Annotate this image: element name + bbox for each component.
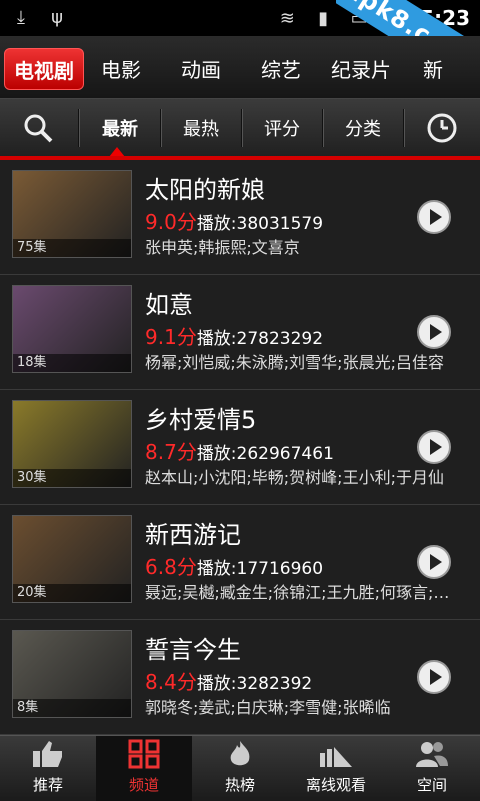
rating-play-line: 9.1分播放:27823292 [145, 321, 323, 350]
history-button[interactable] [404, 99, 480, 157]
rating-play-line: 6.8分播放:17716960 [145, 551, 323, 580]
cast-list: 郭晓冬;姜武;白庆琳;李雪健;张晞临 [145, 698, 391, 717]
rating-unit: 分 [176, 210, 197, 234]
sort-category[interactable]: 分类 [323, 99, 403, 157]
category-tabs: 电视剧 电影 动画 综艺 纪录片 新 [0, 36, 480, 98]
list-item[interactable]: 30集 乡村爱情5 8.7分播放:262967461 赵本山;小沈阳;毕畅;贺树… [0, 390, 480, 505]
rating-score: 6.8 [145, 555, 177, 579]
episode-count: 20集 [13, 584, 131, 602]
tab-animation[interactable]: 动画 [176, 48, 226, 88]
poster-thumbnail[interactable]: 75集 [12, 170, 132, 258]
drama-list: 75集 太阳的新娘 9.0分播放:38031579 张申英;韩振熙;文喜京 18… [0, 160, 480, 735]
drama-title: 乡村爱情5 [145, 406, 257, 434]
clock: 5:23 [420, 6, 470, 30]
sort-hottest[interactable]: 最热 [161, 99, 241, 157]
rating-score: 9.0 [145, 210, 177, 234]
wifi-icon: ≋ [279, 7, 295, 29]
poster-thumbnail[interactable]: 18集 [12, 285, 132, 373]
play-count: 播放:3282392 [196, 674, 313, 694]
download-icon: ⤓ [17, 6, 25, 28]
grid-icon [124, 738, 164, 770]
rating-unit: 分 [176, 440, 197, 464]
drama-title: 新西游记 [145, 521, 241, 549]
drama-title: 太阳的新娘 [145, 176, 265, 204]
divider [78, 109, 79, 147]
rating-score: 8.7 [145, 440, 177, 464]
users-icon [412, 738, 452, 770]
rating-play-line: 8.7分播放:262967461 [145, 436, 334, 465]
play-count: 播放:262967461 [196, 444, 334, 464]
drama-title: 誓言今生 [145, 636, 241, 664]
sort-bar: 最新 最热 评分 分类 [0, 98, 480, 157]
alarm-icon: ◷ [387, 7, 404, 29]
tab-movies[interactable]: 电影 [96, 48, 146, 88]
nav-offline-label: 离线观看 [305, 776, 366, 794]
tab-more[interactable]: 新 [418, 48, 448, 88]
play-button[interactable] [417, 315, 451, 349]
rating-play-line: 9.0分播放:38031579 [145, 206, 323, 235]
rating-unit: 分 [176, 555, 197, 579]
episode-count: 75集 [13, 239, 131, 257]
play-button[interactable] [417, 430, 451, 464]
rating-score: 8.4 [145, 670, 177, 694]
list-item[interactable]: 75集 太阳的新娘 9.0分播放:38031579 张申英;韩振熙;文喜京 [0, 160, 480, 275]
tab-tv-series[interactable]: 电视剧 [4, 48, 84, 90]
cast-list: 杨幂;刘恺威;朱泳腾;刘雪华;张晨光;吕佳容 [145, 353, 444, 372]
bottom-nav: 推荐 频道 热榜 离线观看 空间 [0, 735, 480, 801]
drama-title: 如意 [145, 291, 193, 319]
tab-documentary[interactable]: 纪录片 [328, 48, 394, 88]
poster-thumbnail[interactable]: 30集 [12, 400, 132, 488]
cast-list: 聂远;吴樾;臧金生;徐锦江;王九胜;何琢言;… [145, 583, 450, 602]
search-button[interactable] [0, 99, 76, 157]
nav-channel[interactable]: 频道 [96, 736, 192, 801]
play-count: 播放:17716960 [196, 559, 324, 579]
list-item[interactable]: 20集 新西游记 6.8分播放:17716960 聂远;吴樾;臧金生;徐锦江;王… [0, 505, 480, 620]
nav-offline[interactable]: 离线观看 [288, 736, 384, 801]
fire-icon [220, 738, 260, 770]
list-item[interactable]: 8集 誓言今生 8.4分播放:3282392 郭晓冬;姜武;白庆琳;李雪健;张晞… [0, 620, 480, 735]
nav-space-label: 空间 [416, 776, 447, 794]
episode-count: 30集 [13, 469, 131, 487]
rating-unit: 分 [176, 325, 197, 349]
offline-icon [316, 738, 356, 770]
nav-hot-label: 热榜 [224, 776, 255, 794]
episode-count: 18集 [13, 354, 131, 372]
nav-channel-label: 频道 [128, 776, 159, 794]
play-button[interactable] [417, 545, 451, 579]
cast-list: 赵本山;小沈阳;毕畅;贺树峰;王小利;于月仙 [145, 468, 444, 487]
battery-icon: ▭ [350, 7, 368, 29]
status-bar: ⤓ ψ ≋ ▮ ▭ ◷ 5:23 apk8.com [0, 0, 480, 74]
nav-recommend-label: 推荐 [32, 776, 63, 794]
search-icon [24, 114, 53, 143]
rating-play-line: 8.4分播放:3282392 [145, 666, 312, 695]
thumbs-up-icon [28, 738, 68, 770]
nav-hot[interactable]: 热榜 [192, 736, 288, 801]
nav-space[interactable]: 空间 [384, 736, 480, 801]
rating-score: 9.1 [145, 325, 177, 349]
episode-count: 8集 [13, 699, 131, 717]
rating-unit: 分 [176, 670, 197, 694]
nav-recommend[interactable]: 推荐 [0, 736, 96, 801]
cast-list: 张申英;韩振熙;文喜京 [145, 238, 300, 257]
play-button[interactable] [417, 200, 451, 234]
play-count: 播放:38031579 [196, 214, 324, 234]
signal-icon: ▮ [318, 7, 329, 29]
clock-icon [427, 113, 457, 143]
usb-icon: ψ [51, 6, 63, 28]
play-button[interactable] [417, 660, 451, 694]
poster-thumbnail[interactable]: 20集 [12, 515, 132, 603]
poster-thumbnail[interactable]: 8集 [12, 630, 132, 718]
play-count: 播放:27823292 [196, 329, 324, 349]
tab-variety[interactable]: 综艺 [256, 48, 306, 88]
sort-rating[interactable]: 评分 [242, 99, 322, 157]
list-item[interactable]: 18集 如意 9.1分播放:27823292 杨幂;刘恺威;朱泳腾;刘雪华;张晨… [0, 275, 480, 390]
